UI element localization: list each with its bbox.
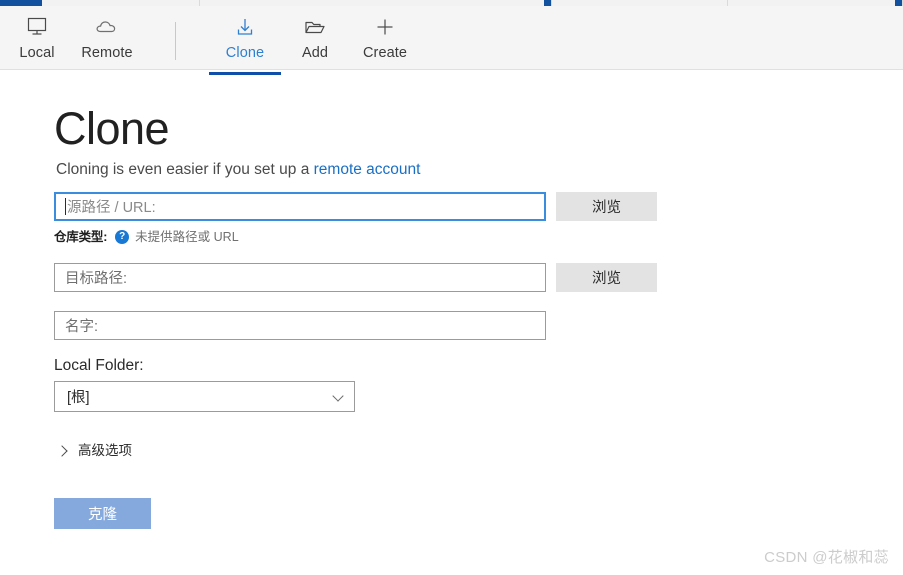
download-arrow-icon <box>208 13 282 41</box>
text-caret <box>65 198 66 215</box>
source-browse-button[interactable]: 浏览 <box>556 192 657 221</box>
cloud-icon <box>70 13 144 41</box>
toolbar-item-clone[interactable]: Clone <box>208 13 282 75</box>
toolbar-item-add[interactable]: Add <box>278 13 352 68</box>
active-tab-underline <box>209 72 281 75</box>
page-title: Clone <box>54 103 170 154</box>
toolbar-item-label: Clone <box>225 45 265 61</box>
name-placeholder: 名字: <box>65 319 99 335</box>
clone-submit-button[interactable]: 克隆 <box>54 498 151 529</box>
toolbar-item-remote[interactable]: Remote <box>70 13 144 68</box>
folder-open-icon <box>278 13 352 41</box>
local-folder-value: [根] <box>67 390 90 406</box>
page-subtitle: Cloning is even easier if you set up a r… <box>56 160 420 180</box>
watermark: CSDN @花椒和蕊 <box>764 549 889 566</box>
toolbar-item-create[interactable]: Create <box>348 13 422 68</box>
plus-icon <box>348 13 422 41</box>
local-folder-label: Local Folder: <box>54 357 144 374</box>
monitor-icon <box>0 13 74 41</box>
question-mark-icon[interactable]: ? <box>115 230 130 244</box>
destination-path-input[interactable]: 目标路径: <box>54 263 546 292</box>
repo-type-label: 仓库类型: <box>54 230 108 244</box>
page-subtitle-text: Cloning is even easier if you set up a <box>56 161 314 178</box>
source-path-input[interactable]: 源路径 / URL: <box>54 192 546 221</box>
repo-type-message: 未提供路径或 URL <box>135 230 239 244</box>
destination-path-placeholder: 目标路径: <box>65 271 128 287</box>
toolbar-item-label: Local <box>19 45 55 61</box>
local-folder-select[interactable]: [根] <box>54 381 355 412</box>
remote-account-link[interactable]: remote account <box>314 161 421 178</box>
destination-browse-button[interactable]: 浏览 <box>556 263 657 292</box>
toolbar-item-label: Create <box>362 45 408 61</box>
toolbar-divider <box>175 22 176 60</box>
chevron-right-icon <box>56 445 68 457</box>
chevron-down-icon <box>333 391 344 402</box>
advanced-options-label: 高级选项 <box>78 443 132 458</box>
advanced-options-toggle[interactable]: 高级选项 <box>56 442 132 460</box>
repo-type-status: 仓库类型: ? 未提供路径或 URL <box>54 229 239 245</box>
toolbar-item-label: Remote <box>81 45 133 61</box>
source-path-placeholder: 源路径 / URL: <box>67 200 156 216</box>
main-toolbar: Local Remote Clone Add Create <box>0 6 903 75</box>
toolbar-item-label: Add <box>301 45 329 61</box>
name-input[interactable]: 名字: <box>54 311 546 340</box>
toolbar-item-local[interactable]: Local <box>0 13 74 68</box>
